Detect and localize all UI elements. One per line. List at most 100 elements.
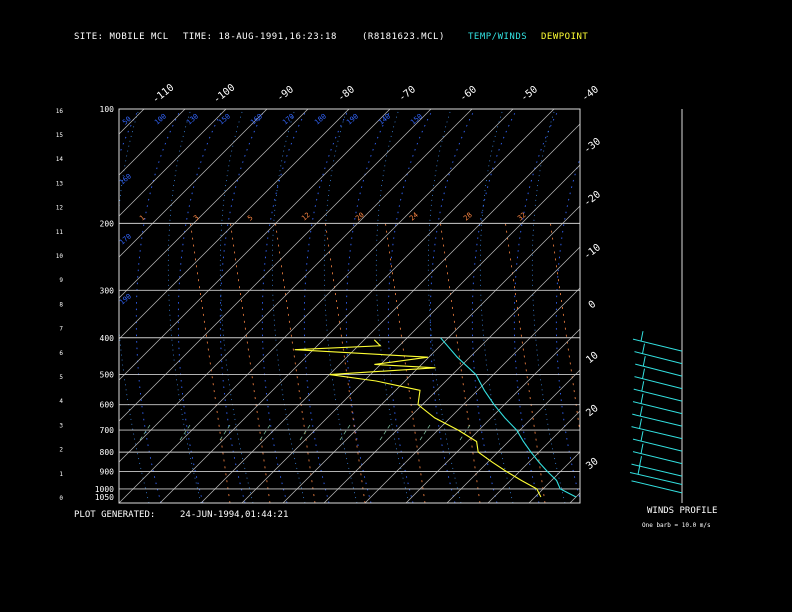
- plot-generated-label: PLOT GENERATED:: [74, 510, 156, 520]
- isotherm: [119, 109, 309, 299]
- mixing-ratio-label: 24: [408, 211, 420, 223]
- pressure-tick-label: 200: [100, 219, 115, 228]
- plot-generated-value: 24-JUN-1994,01:44:21: [180, 510, 289, 520]
- pressure-tick-label: 1050: [95, 493, 114, 502]
- wind-barb-shaft: [634, 351, 683, 365]
- plot-frame: [118, 108, 683, 504]
- wind-barb-flag: [642, 356, 646, 367]
- height-tick-label: 14: [56, 156, 64, 163]
- lifting-dash: [419, 424, 431, 441]
- dry-adiabat: [10, 109, 55, 503]
- isotherm: [693, 109, 792, 503]
- mixing-ratio-label: 12: [300, 211, 312, 223]
- series-layer: [294, 337, 577, 498]
- pressure-tick-label: 400: [100, 334, 115, 343]
- pressure-tick-label: 700: [100, 426, 115, 435]
- right-temp-label: 0: [587, 299, 599, 311]
- moist-adiabat: [167, 109, 202, 503]
- moist-adiabat: [119, 109, 150, 503]
- dry-adiabat-label: 130: [185, 112, 200, 126]
- wind-barb-flag: [640, 431, 644, 442]
- top-temp-label: -90: [275, 84, 296, 104]
- dry-adiabat: [261, 109, 308, 503]
- wind-barb-flag: [642, 368, 645, 379]
- dry-adiabat: [598, 109, 643, 503]
- mixing-ratio-label: 1: [138, 214, 146, 223]
- moist-adiabat: [271, 109, 306, 503]
- moist-adiabat: [479, 109, 514, 503]
- moist-adiabat: [531, 109, 566, 503]
- wind-barb-shaft: [632, 438, 683, 452]
- lifting-dash: [259, 424, 271, 441]
- mixing-ratio-label: 5: [246, 214, 254, 223]
- right-temp-label: 30: [584, 456, 600, 472]
- dry-adiabat-label: 180: [313, 112, 328, 126]
- dry-adiabat: [429, 109, 476, 503]
- isotherm: [119, 109, 350, 340]
- pressure-tick-label: 900: [100, 468, 115, 477]
- isotherm: [323, 246, 580, 503]
- height-tick-label: 6: [59, 350, 63, 357]
- moist-adiabat: [375, 109, 410, 503]
- wind-barb-flag: [639, 418, 642, 429]
- wind-profile-note: One barb = 10.0 m/s: [642, 522, 711, 529]
- height-tick-label: 12: [56, 205, 64, 212]
- height-tick-label: 16: [56, 108, 64, 115]
- mixing-ratio-line: [504, 219, 546, 503]
- dry-adiabat-label: 190: [345, 112, 360, 126]
- moist-adiabat: [219, 109, 254, 503]
- dewpoint-line: [294, 339, 542, 498]
- wind-barb-shaft: [632, 413, 683, 427]
- dry-adiabat: [345, 109, 392, 503]
- isotherm: [241, 164, 580, 503]
- mixing-ratio-line: [324, 219, 366, 503]
- isotherm: [0, 109, 21, 503]
- dry-adiabat-label: 140: [377, 112, 392, 126]
- top-temp-label: -50: [519, 84, 540, 104]
- wind-barb-shaft: [633, 388, 683, 402]
- isotherm: [652, 109, 792, 503]
- dry-adiabat-label: 150: [409, 112, 424, 126]
- dry-adiabat: [766, 109, 792, 503]
- isotherm: [200, 123, 580, 503]
- wind-barb-flag: [639, 406, 643, 417]
- height-tick-label: 10: [56, 253, 64, 260]
- isotherm: [569, 492, 580, 503]
- wind-barb-flag: [639, 456, 642, 467]
- right-temp-label: -10: [582, 242, 603, 262]
- wind-barb-shaft: [632, 401, 683, 415]
- right-temp-label: 10: [584, 350, 600, 366]
- height-tick-label: 11: [56, 229, 64, 236]
- wind-barb-flag: [642, 343, 645, 354]
- mixing-ratio-label: 32: [516, 211, 528, 223]
- pressure-tick-label: 500: [100, 371, 115, 380]
- isotherm: [282, 205, 580, 503]
- isotherm: [446, 369, 580, 503]
- dry-adiabat: [0, 109, 13, 503]
- dry-adiabat: [387, 109, 434, 503]
- wind-profile-title: WINDS PROFILE: [647, 506, 718, 516]
- wind-barb-flag: [640, 331, 644, 342]
- label-layer: 1002003004005006007008009001000105001234…: [56, 82, 603, 502]
- wind-barb-shaft: [634, 376, 683, 390]
- dry-adiabat: [682, 109, 727, 503]
- moist-adiabat: [688, 109, 721, 503]
- dry-adiabat: [219, 109, 266, 503]
- dry-adiabat-label: 190: [118, 292, 133, 306]
- mixing-ratio-line: [384, 219, 426, 503]
- top-temp-label: -100: [212, 82, 238, 106]
- dry-adiabat-label: 150: [217, 112, 232, 126]
- lifting-dash: [379, 424, 391, 441]
- dry-adiabat-label: 100: [153, 112, 168, 126]
- dry-adiabat: [640, 109, 685, 503]
- right-temp-label: -20: [582, 189, 603, 209]
- wind-profile: [629, 331, 683, 494]
- top-temp-label: -70: [397, 84, 418, 104]
- pressure-tick-label: 800: [100, 448, 115, 457]
- mixing-ratio-label: 28: [462, 211, 474, 223]
- dry-adiabat-label: 160: [118, 172, 133, 186]
- isotherm: [364, 287, 580, 503]
- lifting-dash: [179, 424, 191, 441]
- dry-adiabat: [724, 109, 769, 503]
- height-tick-label: 13: [56, 180, 64, 187]
